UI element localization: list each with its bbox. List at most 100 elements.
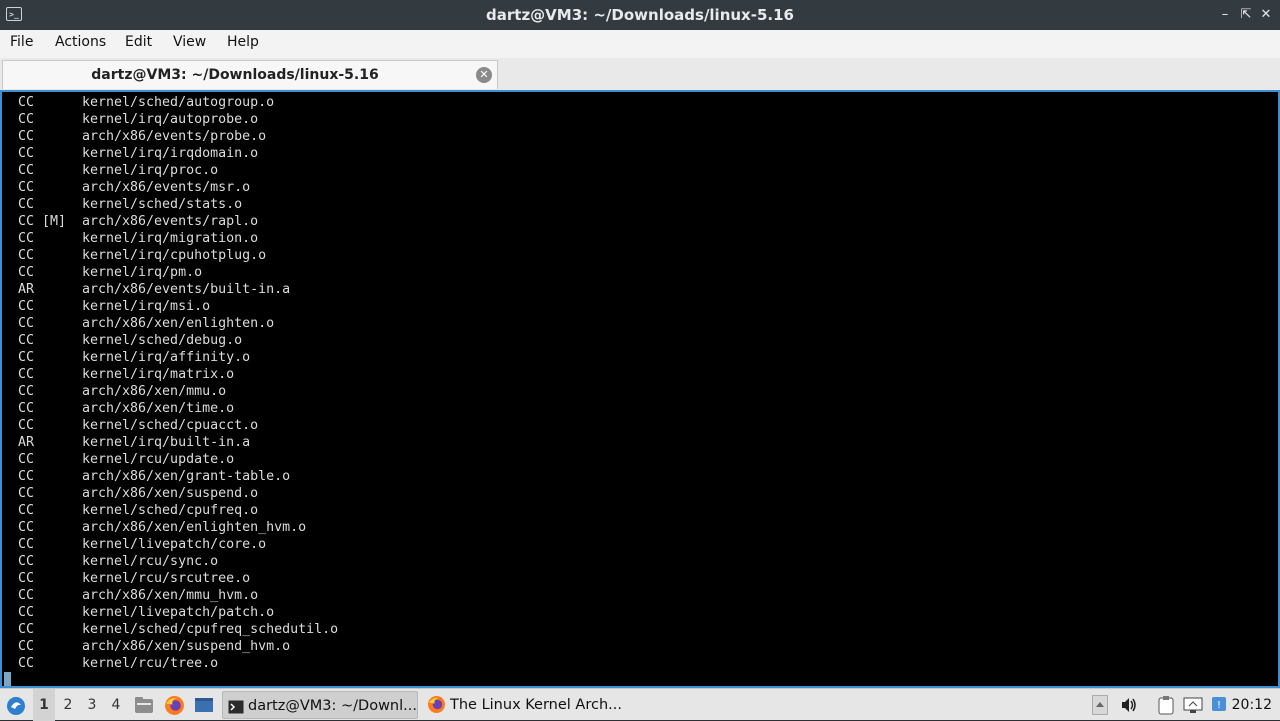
build-target-path: kernel/irq/migration.o [82,231,259,246]
build-target-path: kernel/rcu/tree.o [82,656,219,671]
build-step-tag: CC [18,350,35,365]
clock[interactable]: 20:12 [1232,689,1272,721]
workspace-4[interactable]: 4 [105,689,127,721]
build-target-path: kernel/irq/msi.o [82,299,211,314]
terminal-output[interactable]: CC kernel/sched/autogroup.o CC kernel/irq/a… [0,90,1280,688]
build-step-tag: CC [18,299,35,314]
build-step-tag: CC [18,639,35,654]
menu-bar: File Actions Edit View Help [0,30,1280,58]
build-target-path: kernel/livepatch/patch.o [82,605,275,620]
workspace-1[interactable]: 1 [33,689,55,721]
close-icon[interactable]: ✕ [1258,7,1274,23]
workspace-2[interactable]: 2 [57,689,79,721]
build-target-path: kernel/sched/stats.o [82,197,243,212]
build-step-tag: CC [18,146,35,161]
maximize-icon[interactable]: ⇱ [1238,7,1254,23]
task-terminal-label: dartz@VM3: ~/Downl... [248,698,417,714]
build-step-tag: CC [18,520,35,535]
menu-help[interactable]: Help [227,34,259,50]
build-step-tag: CC [18,469,35,484]
build-step-tag: CC [18,571,35,586]
task-firefox[interactable]: The Linux Kernel Arch... [422,691,622,719]
firefox-icon[interactable] [164,695,185,720]
build-step-tag: CC [18,605,35,620]
tab-terminal[interactable]: dartz@VM3: ~/Downloads/linux-5.16 ✕ [2,60,498,89]
build-step-tag: CC [18,112,35,127]
build-step-tag: AR [18,435,35,450]
build-step-tag: CC [18,248,35,263]
build-step-tag: CC [18,418,35,433]
build-step-tag: CC [18,622,35,637]
build-target-path: arch/x86/xen/enlighten_hvm.o [82,520,307,535]
build-target-path: kernel/irq/autoprobe.o [82,112,259,127]
build-step-tag: CC [18,316,35,331]
build-step-tag: CC [18,486,35,501]
build-target-path: kernel/sched/cpufreq_schedutil.o [82,622,339,637]
build-target-path: arch/x86/events/probe.o [82,129,267,144]
window-titlebar[interactable]: >_ dartz@VM3: ~/Downloads/linux-5.16 – ⇱… [0,0,1280,30]
menu-file[interactable]: File [10,34,33,50]
build-step-tag: CC [18,197,35,212]
network-icon[interactable] [1183,695,1203,719]
build-target-path: arch/x86/xen/suspend_hvm.o [82,639,291,654]
build-target-path: kernel/irq/proc.o [82,163,219,178]
build-target-path: arch/x86/xen/mmu_hvm.o [82,588,259,603]
build-target-path: kernel/irq/matrix.o [82,367,235,382]
tab-close-icon[interactable]: ✕ [476,67,492,83]
terminal-icon [228,697,244,718]
build-step-tag: CC [18,265,35,280]
workspace-3[interactable]: 3 [81,689,103,721]
task-terminal[interactable]: dartz@VM3: ~/Downl... [222,691,418,719]
build-step-tag: CC [18,554,35,569]
build-step-tag: CC [18,401,35,416]
clipboard-icon[interactable] [1156,695,1176,719]
file-manager-icon[interactable] [134,695,154,719]
build-step-tag: CC [18,588,35,603]
build-target-path: kernel/sched/cpufreq.o [82,503,259,518]
build-target-path: kernel/sched/autogroup.o [82,95,275,110]
build-target-path: kernel/irq/affinity.o [82,350,251,365]
build-target-path: kernel/sched/debug.o [82,333,243,348]
build-step-tag: CC [18,163,35,178]
build-step-tag: CC [18,129,35,144]
tab-label: dartz@VM3: ~/Downloads/linux-5.16 [91,67,379,83]
build-target-path: arch/x86/xen/mmu.o [82,384,227,399]
taskbar: 1 2 3 4 dartz@VM3: ~/Downl... The Linux … [0,688,1280,721]
start-menu-icon[interactable] [6,696,26,720]
build-step-tag: CC [18,656,35,671]
build-step-tag: CC [18,95,35,110]
build-step-tag: CC [18,503,35,518]
menu-edit[interactable]: Edit [125,34,152,50]
tray-up-icon[interactable] [1092,695,1108,719]
build-target-path: arch/x86/xen/grant-table.o [82,469,291,484]
build-target-path: kernel/rcu/sync.o [82,554,219,569]
update-icon[interactable]: ! [1211,695,1227,717]
build-target-path: kernel/irq/pm.o [82,265,203,280]
build-step-tag: CC [18,333,35,348]
build-step-tag: CC [18,452,35,467]
menu-view[interactable]: View [173,34,206,50]
svg-text:!: ! [1217,700,1221,711]
build-step-tag: CC [18,231,35,246]
task-firefox-label: The Linux Kernel Arch... [450,697,622,713]
build-target-path: kernel/irq/built-in.a [82,435,251,450]
build-step-tag: CC [18,367,35,382]
build-target-path: arch/x86/events/rapl.o [82,214,259,229]
menu-actions[interactable]: Actions [55,34,106,50]
build-target-path: arch/x86/xen/enlighten.o [82,316,275,331]
build-target-path: kernel/livepatch/core.o [82,537,267,552]
minimize-icon[interactable]: – [1217,7,1233,23]
show-desktop-icon[interactable] [194,695,214,719]
build-target-path: kernel/irq/cpuhotplug.o [82,248,267,263]
build-step-tag: CC [18,384,35,399]
build-target-path: arch/x86/events/msr.o [82,180,251,195]
build-target-path: kernel/irq/irqdomain.o [82,146,259,161]
window-title: dartz@VM3: ~/Downloads/linux-5.16 [486,6,794,24]
scroll-marker [4,672,11,686]
volume-icon[interactable] [1120,696,1138,718]
build-step-tag: CC [M] [18,214,67,229]
build-target-path: kernel/rcu/srcutree.o [82,571,251,586]
build-step-tag: CC [18,537,35,552]
build-target-path: kernel/sched/cpuacct.o [82,418,259,433]
tab-bar: dartz@VM3: ~/Downloads/linux-5.16 ✕ [0,58,1280,91]
